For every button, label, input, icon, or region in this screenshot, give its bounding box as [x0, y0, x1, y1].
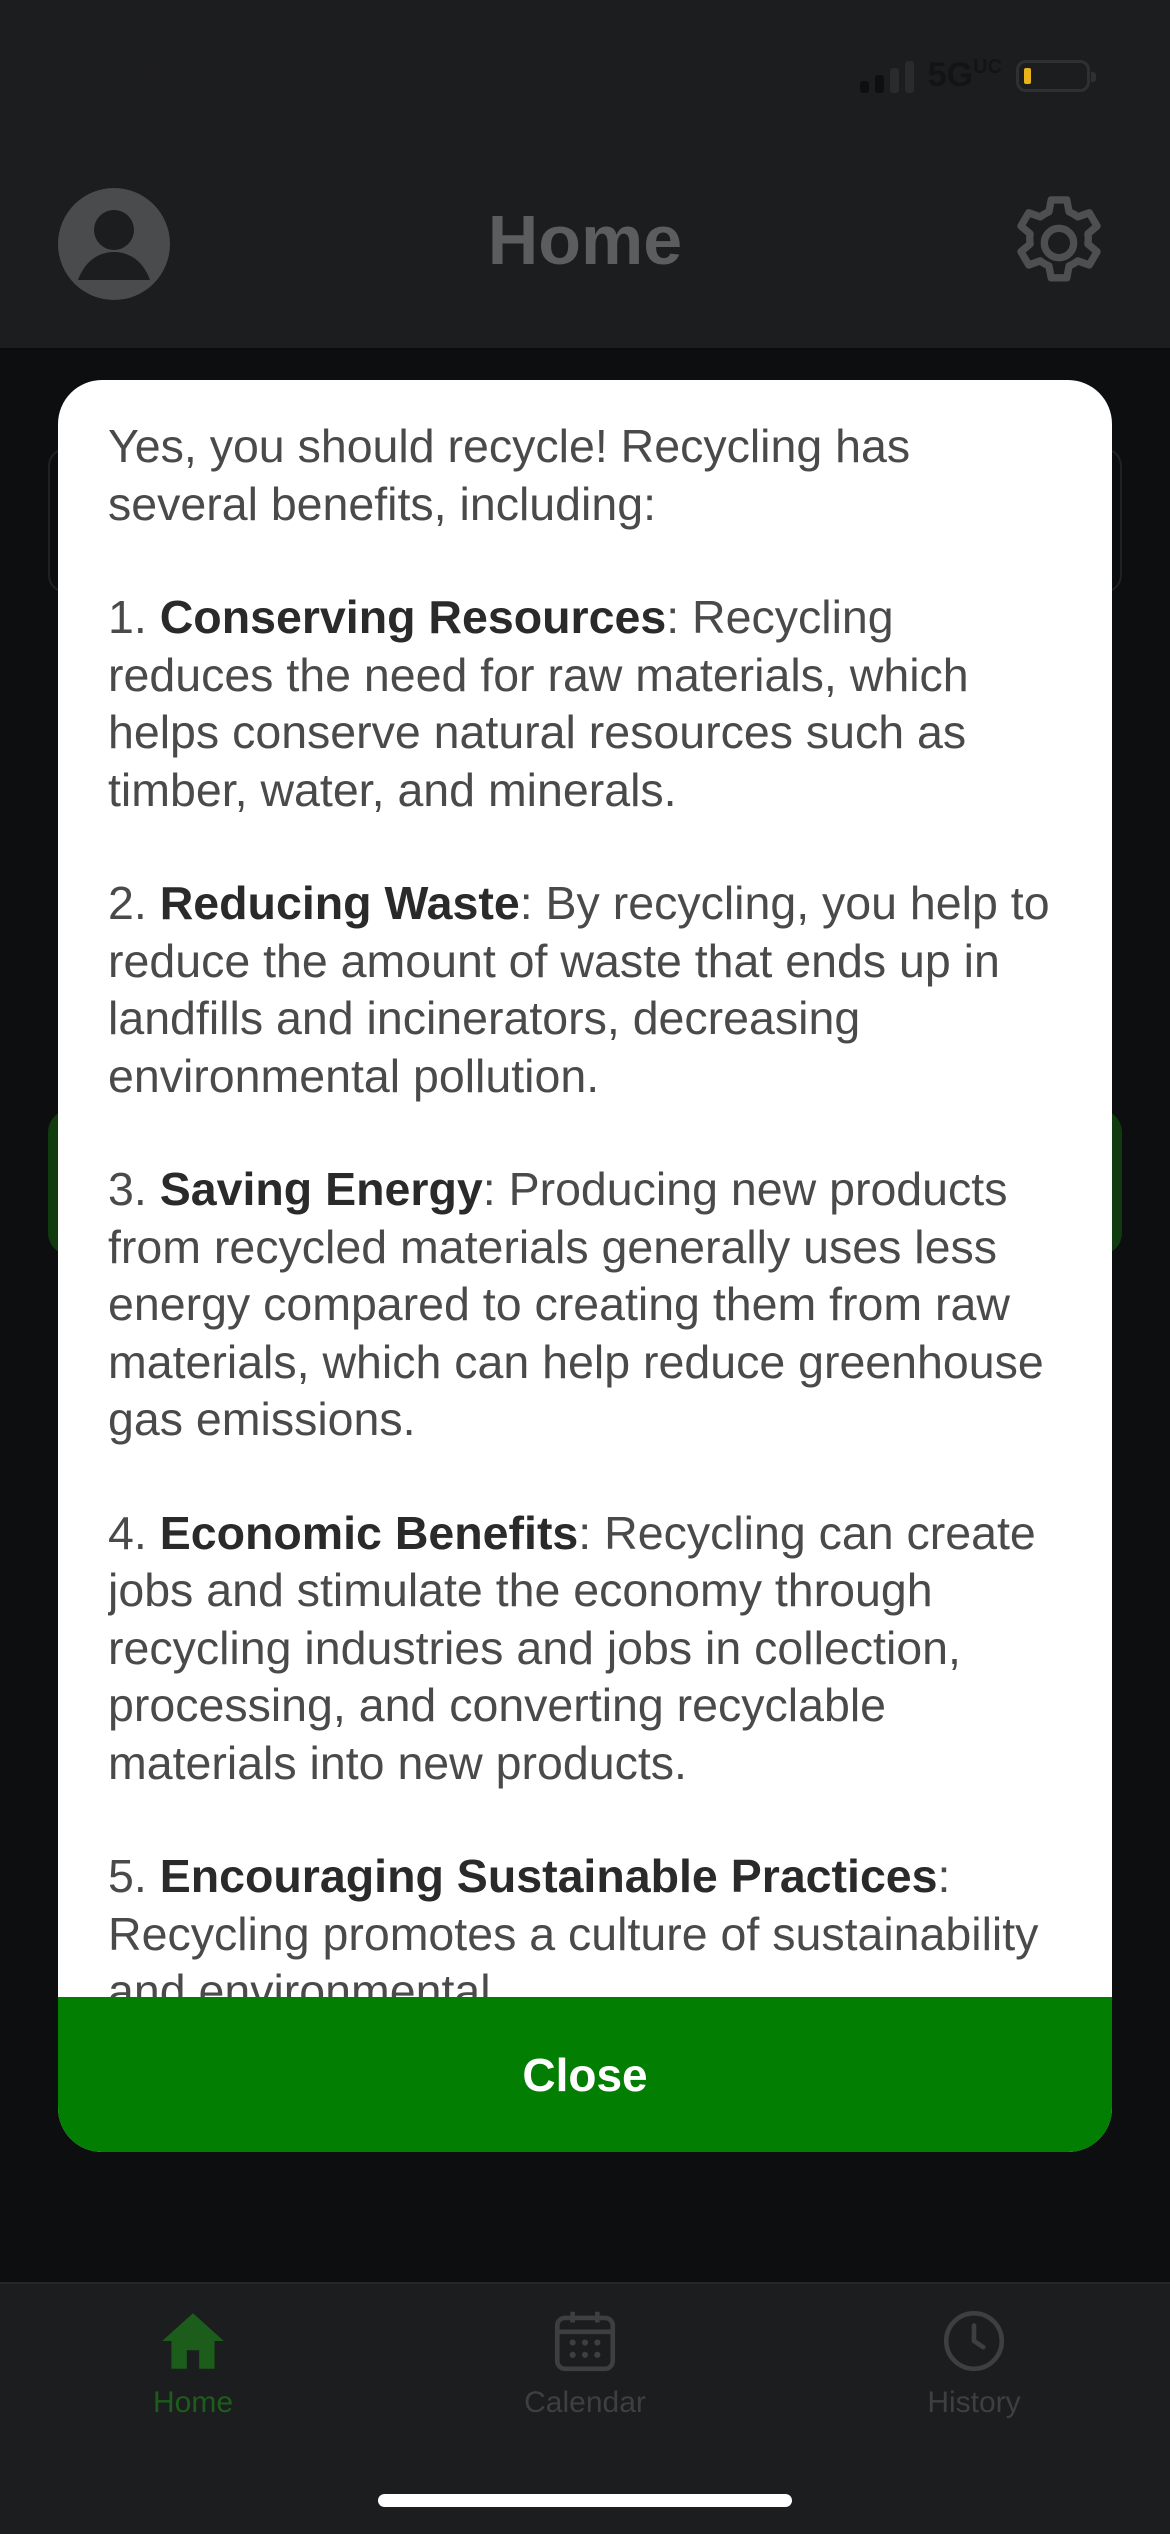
- battery-icon: [1016, 59, 1096, 92]
- benefit-title: Conserving Resources: [159, 591, 667, 643]
- benefit-item: 2. Reducing Waste: By recycling, you hel…: [108, 877, 1050, 1102]
- app-header: Home: [0, 150, 1170, 350]
- home-icon: [162, 2313, 224, 2369]
- page-title: Home: [487, 201, 683, 279]
- calendar-icon: [554, 2311, 616, 2372]
- tab-history[interactable]: History: [844, 2304, 1104, 2420]
- network-label: 5GUC: [927, 56, 1002, 94]
- tab-home[interactable]: Home: [63, 2304, 323, 2420]
- status-bar: 8:55 5GUC: [0, 0, 1170, 150]
- signal-icon: [859, 59, 914, 93]
- tab-calendar-label: Calendar: [524, 2386, 646, 2419]
- home-indicator: [378, 2494, 792, 2507]
- answer-modal: Yes, you should recycle! Recycling has s…: [58, 380, 1112, 2152]
- gear-icon[interactable]: [1004, 188, 1114, 298]
- benefit-title: Saving Energy: [159, 1163, 483, 1215]
- status-indicators: 5GUC: [859, 56, 1096, 95]
- benefit-title: Encouraging Sustainable Practices: [159, 1850, 938, 1902]
- benefit-item: 4. Economic Benefits: Recycling can crea…: [108, 1506, 1036, 1789]
- benefit-item: 3. Saving Energy: Producing new products…: [108, 1163, 1044, 1445]
- benefit-title: Reducing Waste: [159, 877, 520, 929]
- clock-icon: [943, 2310, 1005, 2372]
- benefit-title: Economic Benefits: [159, 1506, 579, 1559]
- benefit-item: 5. Encouraging Sustainable Practices: Re…: [108, 1850, 1039, 2017]
- status-time: 8:55: [136, 47, 245, 105]
- tab-calendar[interactable]: Calendar: [455, 2304, 715, 2420]
- close-button[interactable]: Close: [58, 1997, 1112, 2152]
- modal-intro: Yes, you should recycle! Recycling has s…: [108, 420, 911, 530]
- modal-scroll-content[interactable]: Yes, you should recycle! Recycling has s…: [108, 418, 1068, 2030]
- tab-home-label: Home: [152, 2386, 234, 2419]
- tab-history-label: History: [927, 2386, 1021, 2419]
- benefit-item: 1. Conserving Resources: Recycling reduc…: [108, 591, 969, 816]
